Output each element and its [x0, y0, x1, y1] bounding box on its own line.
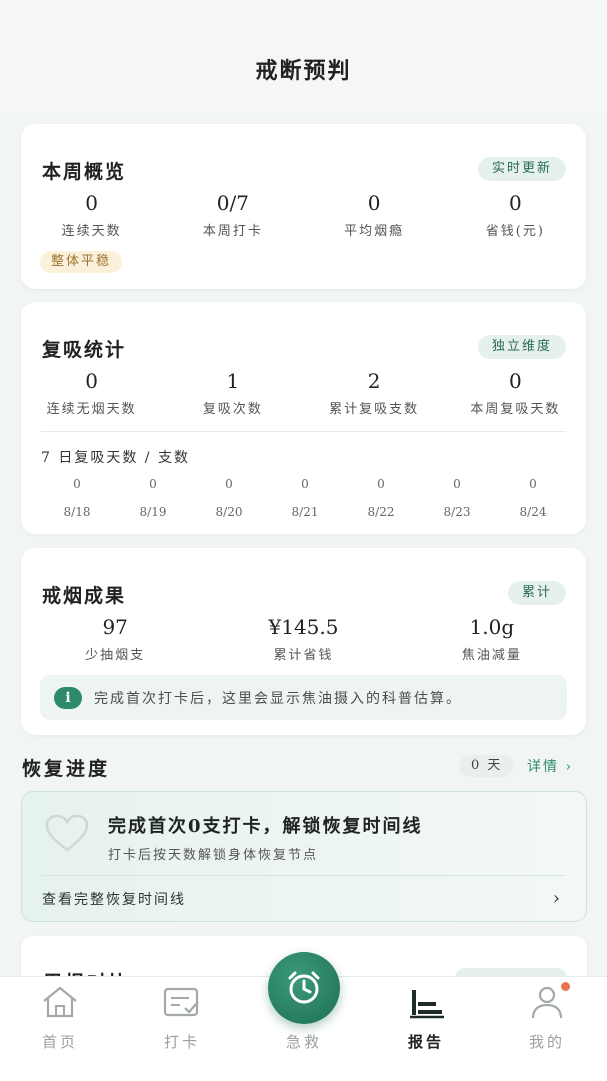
recovery-days-badge: 0 天 — [459, 755, 515, 777]
notification-dot — [561, 982, 570, 991]
heart-icon — [45, 814, 89, 852]
stat-label: 平均烟瘾 — [344, 224, 405, 239]
day-column: 0 8/22 — [343, 477, 419, 519]
header: 戒断预判 — [0, 0, 607, 118]
seven-day-title: 7 日复吸天数 / 支数 — [41, 450, 190, 466]
stat-label: 累计复吸支数 — [329, 402, 420, 417]
recovery-card-subtitle: 打卡后按天数解锁身体恢复节点 — [108, 848, 319, 863]
day-value: 0 — [377, 477, 385, 491]
status-chip: 整体平稳 — [40, 251, 123, 273]
view-timeline-link[interactable]: 查看完整恢复时间线 — [42, 889, 186, 909]
quit-results-card: 戒烟成果 累计 97 少抽烟支 ¥145.5 累计省钱 1.0g 焦油减量 i … — [21, 548, 586, 735]
day-column: 0 8/21 — [267, 477, 343, 519]
day-date: 8/21 — [291, 505, 319, 519]
stat-total-saved: ¥145.5 累计省钱 — [209, 614, 397, 663]
realtime-badge: 实时更新 — [477, 157, 566, 181]
stat-value: 1 — [226, 369, 240, 393]
stat-label: 连续天数 — [61, 224, 122, 239]
chevron-right-icon[interactable]: › — [553, 888, 560, 909]
day-column: 0 8/18 — [39, 477, 115, 519]
relapse-stats-card: 复吸统计 独立维度 0 连续无烟天数 1 复吸次数 2 累计复吸支数 0 本周复… — [21, 302, 586, 534]
stat-cigs-avoided: 97 少抽烟支 — [21, 614, 209, 663]
recovery-details-link[interactable]: 详情 › — [527, 756, 573, 776]
recovery-unlock-card[interactable]: 完成首次0支打卡，解锁恢复时间线 打卡后按天数解锁身体恢复节点 查看完整恢复时间… — [21, 791, 587, 922]
tab-label: 打卡 — [163, 1033, 200, 1051]
person-icon — [531, 986, 563, 1019]
tab-label: 报告 — [407, 1033, 444, 1051]
stat-label: 本周打卡 — [202, 224, 263, 239]
stat-value: 0 — [509, 369, 522, 393]
weekly-overview-card: 本周概览 实时更新 0 连续天数 0/7 本周打卡 0 平均烟瘾 0 省钱(元)… — [21, 124, 586, 289]
recovery-card-title: 完成首次0支打卡，解锁恢复时间线 — [108, 816, 423, 837]
tab-label: 我的 — [528, 1033, 565, 1051]
stat-weekly-checkin: 0/7 本周打卡 — [162, 190, 303, 239]
stat-value: 97 — [102, 615, 128, 639]
results-stats: 97 少抽烟支 ¥145.5 累计省钱 1.0g 焦油减量 — [21, 614, 586, 663]
bar-chart-icon — [410, 990, 444, 1019]
emergency-alarm-button[interactable] — [268, 952, 340, 1024]
weekly-overview-title: 本周概览 — [42, 161, 127, 183]
day-date: 8/22 — [367, 505, 395, 519]
stat-label: 省钱(元) — [485, 224, 545, 239]
day-date: 8/19 — [139, 505, 167, 519]
checkin-icon — [163, 987, 199, 1017]
cumulative-badge: 累计 — [507, 581, 566, 605]
stat-value: 1.0g — [469, 615, 515, 639]
stat-label: 连续无烟天数 — [46, 402, 137, 417]
day-date: 8/18 — [63, 505, 91, 519]
stat-weekly-relapse-days: 0 本周复吸天数 — [445, 368, 586, 417]
stat-label: 本周复吸天数 — [470, 402, 561, 417]
day-value: 0 — [301, 477, 309, 491]
day-value: 0 — [453, 477, 461, 491]
independent-dimension-badge: 独立维度 — [477, 335, 566, 359]
page-title: 戒断预判 — [255, 58, 352, 84]
stat-value: 0 — [509, 191, 522, 215]
stat-value: 0 — [367, 191, 381, 215]
day-value: 0 — [149, 477, 157, 491]
day-date: 8/20 — [215, 505, 243, 519]
tab-label: 首页 — [41, 1033, 78, 1051]
day-column: 0 8/19 — [115, 477, 191, 519]
divider — [42, 875, 566, 876]
stat-money-saved: 0 省钱(元) — [445, 190, 586, 239]
divider — [41, 431, 566, 432]
relapse-stats-title: 复吸统计 — [42, 339, 127, 361]
stat-value: 2 — [367, 369, 381, 393]
stat-smoke-free-days: 0 连续无烟天数 — [21, 368, 162, 417]
day-value: 0 — [73, 477, 81, 491]
day-column: 0 8/20 — [191, 477, 267, 519]
stat-label: 少抽烟支 — [85, 648, 146, 663]
seven-day-row: 0 8/18 0 8/19 0 8/20 0 8/21 0 8/22 0 8/23 0 8/2… — [39, 477, 571, 519]
day-column: 0 8/24 — [495, 477, 571, 519]
home-icon — [43, 986, 77, 1018]
day-date: 8/24 — [519, 505, 547, 519]
relapse-stats: 0 连续无烟天数 1 复吸次数 2 累计复吸支数 0 本周复吸天数 — [21, 368, 586, 417]
stat-label: 焦油减量 — [461, 648, 522, 663]
info-text: 完成首次打卡后，这里会显示焦油摄入的科普估算。 — [94, 690, 462, 707]
tab-label: 急救 — [285, 1033, 322, 1051]
stat-relapse-count: 1 复吸次数 — [162, 368, 303, 417]
stat-value: 0/7 — [216, 191, 249, 215]
stat-tar-reduced: 1.0g 焦油减量 — [398, 614, 586, 663]
quit-results-title: 戒烟成果 — [42, 585, 127, 607]
day-value: 0 — [225, 477, 233, 491]
recovery-section-title: 恢复进度 — [22, 758, 111, 780]
stat-avg-craving: 0 平均烟瘾 — [304, 190, 445, 239]
stat-value: ¥145.5 — [268, 615, 339, 639]
info-box: i 完成首次打卡后，这里会显示焦油摄入的科普估算。 — [40, 675, 567, 720]
stat-label: 累计省钱 — [273, 648, 334, 663]
stat-value: 0 — [85, 369, 98, 393]
day-date: 8/23 — [443, 505, 471, 519]
stat-label: 复吸次数 — [202, 402, 263, 417]
stat-streak-days: 0 连续天数 — [21, 190, 162, 239]
stat-total-relapse-cigs: 2 累计复吸支数 — [304, 368, 445, 417]
info-icon: i — [54, 686, 82, 709]
day-column: 0 8/23 — [419, 477, 495, 519]
day-value: 0 — [529, 477, 537, 491]
stat-value: 0 — [85, 191, 98, 215]
weekly-stats: 0 连续天数 0/7 本周打卡 0 平均烟瘾 0 省钱(元) — [21, 190, 586, 239]
alarm-clock-icon — [288, 971, 320, 1004]
